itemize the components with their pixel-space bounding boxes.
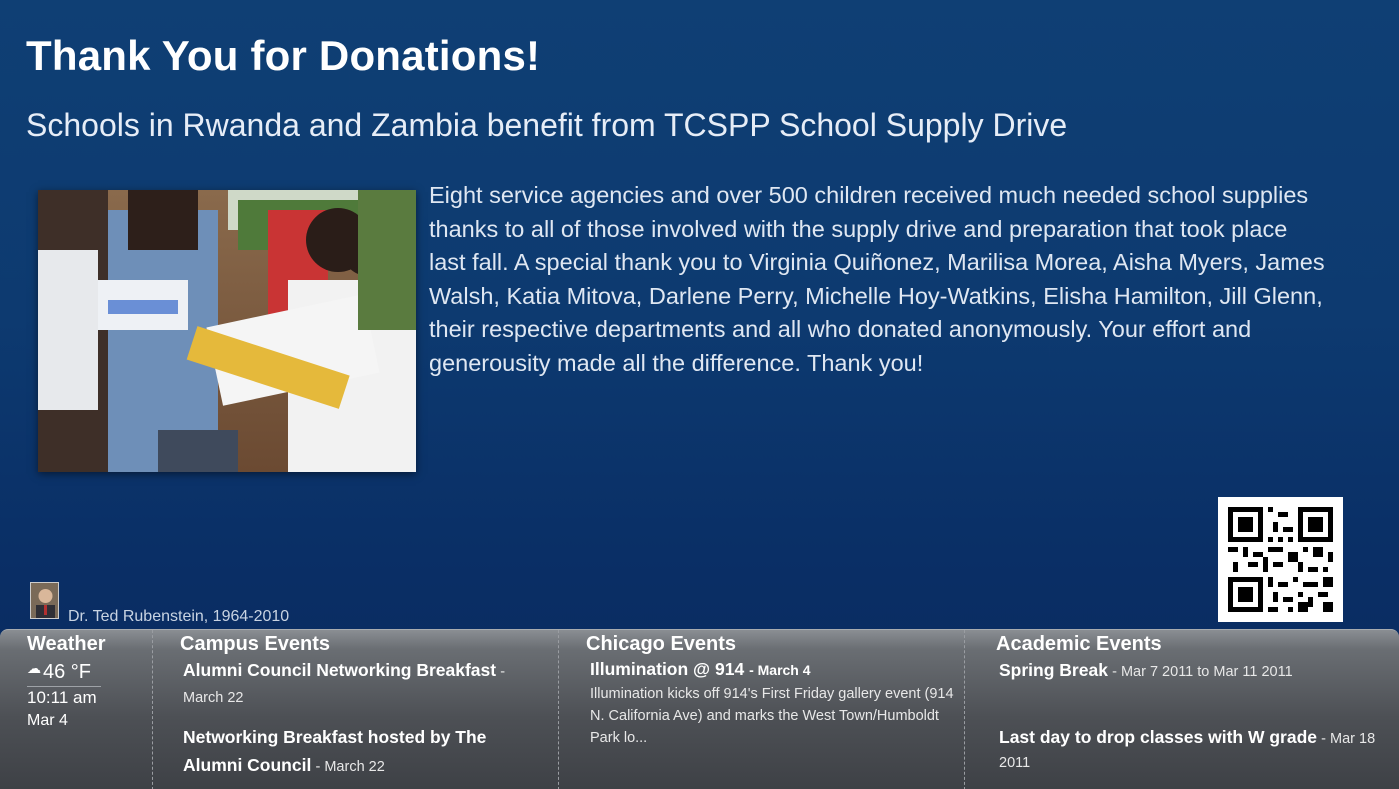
weather-time: 10:11 am bbox=[27, 688, 97, 707]
chicago-events-panel: Chicago Events Illumination @ 914 - Marc… bbox=[558, 630, 964, 789]
campus-event-item: Networking Breakfast hosted by The Alumn… bbox=[183, 727, 487, 775]
article-body: Eight service agencies and over 500 chil… bbox=[429, 182, 1325, 376]
academic-events-panel: Academic Events Spring Break - Mar 7 201… bbox=[964, 630, 1399, 789]
campus-events-title: Campus Events bbox=[180, 633, 331, 655]
academic-event-item: Last day to drop classes with W grade - … bbox=[999, 727, 1376, 771]
academic-event-item: Spring Break - Mar 7 2011 to Mar 11 2011 bbox=[999, 660, 1293, 680]
weather-title: Weather bbox=[27, 633, 106, 655]
weather-temperature: ☁ 46 °F bbox=[27, 660, 92, 683]
chicago-event-title: Illumination @ 914 - March 4 bbox=[590, 659, 811, 679]
weather-panel: Weather ☁ 46 °F 10:11 am Mar 4 bbox=[0, 630, 152, 789]
campus-events-panel: Campus Events Alumni Council Networking … bbox=[152, 630, 558, 789]
donation-photo bbox=[38, 190, 416, 472]
page-subtitle: Schools in Rwanda and Zambia benefit fro… bbox=[26, 107, 1068, 143]
academic-events-title: Academic Events bbox=[996, 633, 1162, 655]
event-ticker: Weather ☁ 46 °F 10:11 am Mar 4 Campus Eve… bbox=[0, 629, 1399, 789]
partly-cloudy-icon: ☁ bbox=[27, 660, 41, 676]
campus-event-item: Alumni Council Networking Breakfast - Ma… bbox=[183, 660, 506, 706]
page-title: Thank You for Donations! bbox=[26, 32, 541, 79]
weather-date: Mar 4 bbox=[27, 712, 68, 729]
memorial-caption: Dr. Ted Rubenstein, 1964-2010 bbox=[68, 608, 290, 625]
qr-code bbox=[1218, 497, 1343, 622]
memorial-avatar bbox=[30, 582, 59, 619]
chicago-event-description: Illumination kicks off 914's First Frida… bbox=[590, 686, 954, 746]
chicago-events-title: Chicago Events bbox=[586, 633, 737, 655]
